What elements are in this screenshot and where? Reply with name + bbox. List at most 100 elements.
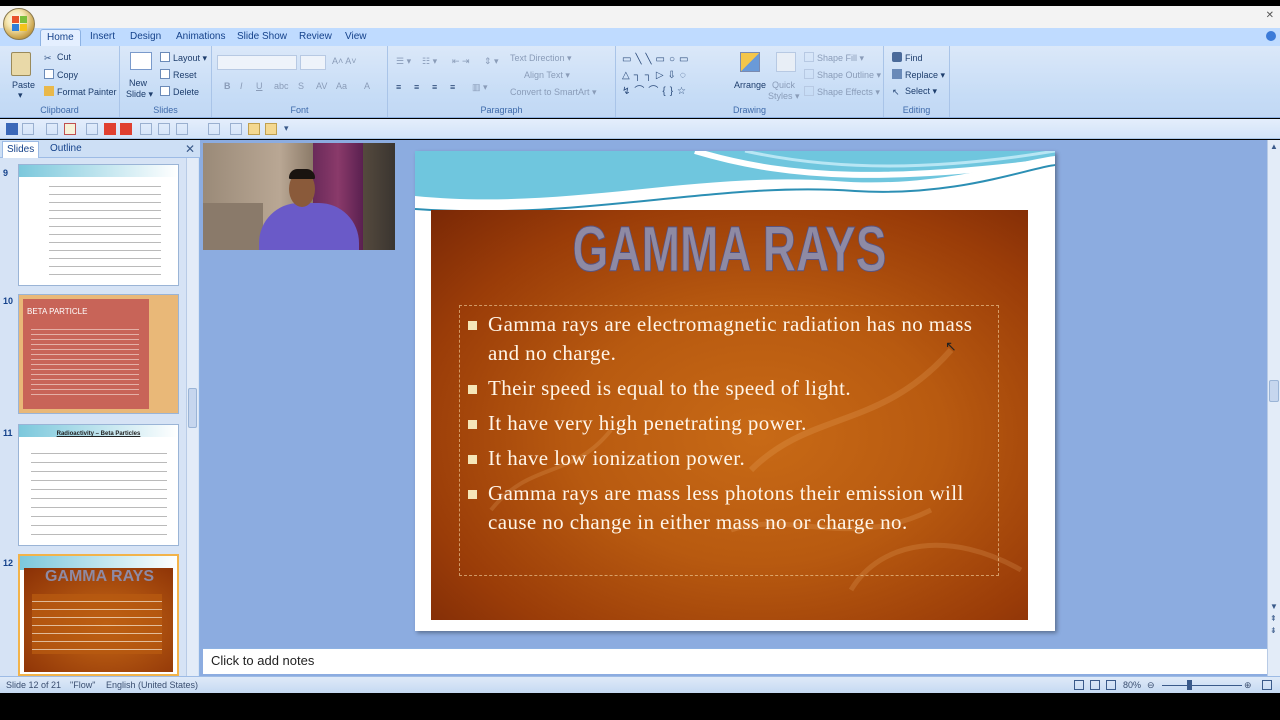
- quick-styles-button[interactable]: Quick Styles ▾: [768, 52, 802, 102]
- mouse-cursor-icon: ↖: [945, 338, 957, 354]
- scroll-up-icon[interactable]: ▲: [1270, 142, 1278, 151]
- redo-icon[interactable]: [46, 123, 58, 135]
- slide-show-view-icon[interactable]: [1106, 680, 1116, 690]
- tab-animations[interactable]: Animations: [170, 29, 231, 46]
- slide-bullet-textbox[interactable]: Gamma rays are electromagnetic radiation…: [459, 305, 999, 576]
- line-icon[interactable]: [140, 123, 152, 135]
- grow-font-icon[interactable]: A˄ A˅: [332, 56, 357, 66]
- slide-sorter-view-icon[interactable]: [1090, 680, 1100, 690]
- replace-button[interactable]: Replace ▾: [892, 69, 945, 81]
- find-button[interactable]: Find: [892, 52, 923, 63]
- indent-icon[interactable]: ⇤ ⇥: [452, 56, 470, 67]
- tab-review[interactable]: Review: [293, 29, 338, 46]
- tab-slides[interactable]: Slides: [2, 141, 40, 158]
- zoom-in-icon[interactable]: ⊕: [1244, 680, 1252, 691]
- vertical-scrollbar[interactable]: ▲ ▼ ⇞ ⇟: [1267, 140, 1280, 676]
- next-slide-icon[interactable]: ⇞: [1270, 614, 1277, 623]
- delete-x-icon[interactable]: [120, 123, 132, 135]
- shape-fill-button[interactable]: Shape Fill ▾: [804, 52, 864, 64]
- save-icon[interactable]: [6, 123, 18, 135]
- shape-effects-button[interactable]: Shape Effects ▾: [804, 86, 880, 98]
- slide-thumbnail-selected[interactable]: GAMMA RAYS: [18, 554, 179, 676]
- highlight-icon[interactable]: [158, 123, 170, 135]
- prev-slide-icon[interactable]: ▼: [1270, 602, 1278, 611]
- tab-home[interactable]: Home: [40, 29, 81, 46]
- select-button[interactable]: ↖ Select ▾: [892, 86, 937, 97]
- shape-fill-label: Shape Fill ▾: [817, 53, 865, 63]
- change-case-icon[interactable]: Aa: [336, 81, 347, 91]
- current-slide[interactable]: GAMMA RAYS Gamma rays are electromagneti…: [415, 151, 1055, 631]
- panel-close-icon[interactable]: ✕: [185, 142, 195, 156]
- square-bullet-icon: [468, 455, 477, 464]
- bold-icon[interactable]: B: [224, 81, 231, 91]
- tab-view[interactable]: View: [339, 29, 373, 46]
- shapes-gallery[interactable]: ▭╲╲▭○▭ △┐┐▷⇩◌ ↯⌒⌒{}☆: [622, 52, 726, 98]
- zoom-out-icon[interactable]: ⊖: [1147, 680, 1155, 691]
- justify-icon[interactable]: ≡: [450, 82, 455, 92]
- eraser-icon[interactable]: [176, 123, 188, 135]
- underline-icon[interactable]: U: [256, 81, 263, 91]
- language-indicator[interactable]: English (United States): [106, 680, 198, 690]
- delete-button[interactable]: Delete: [160, 86, 199, 97]
- notes-pane[interactable]: Click to add notes: [203, 648, 1267, 674]
- panel-scrollbar[interactable]: [186, 158, 198, 676]
- paste-button[interactable]: Paste ▾: [8, 52, 36, 100]
- font-name-combo[interactable]: [217, 55, 297, 70]
- undo-icon[interactable]: [22, 123, 34, 135]
- customize-qat-icon[interactable]: ▾: [284, 123, 296, 135]
- format-painter-button[interactable]: Format Painter: [44, 86, 117, 97]
- arrange-button[interactable]: Arrange: [732, 52, 768, 102]
- text-direction-button[interactable]: Text Direction ▾: [510, 53, 572, 64]
- next-slide-down-icon[interactable]: ⇟: [1270, 626, 1277, 635]
- italic-icon[interactable]: I: [240, 81, 243, 91]
- copy-button[interactable]: Copy: [44, 69, 78, 80]
- text-color-icon[interactable]: [64, 123, 76, 135]
- spacing-tool-icon[interactable]: [230, 123, 242, 135]
- tab-insert[interactable]: Insert: [84, 29, 121, 46]
- help-icon[interactable]: [1266, 31, 1276, 41]
- zoom-slider[interactable]: [1162, 685, 1242, 686]
- scroll-thumb[interactable]: [1269, 380, 1279, 402]
- shadow-icon[interactable]: S: [298, 81, 304, 91]
- line-spacing-icon[interactable]: ⇕ ▾: [484, 56, 499, 67]
- bullet-text: Gamma rays are mass less photons their e…: [488, 481, 964, 534]
- pen-icon: [804, 69, 814, 79]
- normal-view-icon[interactable]: [1074, 680, 1084, 690]
- tab-slide-show[interactable]: Slide Show: [231, 29, 293, 46]
- cut-button[interactable]: ✂ Cut: [44, 52, 71, 63]
- slide-thumbnail[interactable]: BETA PARTICLE: [18, 294, 179, 414]
- numbering-icon[interactable]: ☷ ▾: [422, 56, 437, 67]
- zoom-level[interactable]: 80%: [1123, 680, 1141, 690]
- new-slide-button[interactable]: New Slide ▾: [126, 52, 156, 102]
- columns-icon[interactable]: ▥ ▾: [472, 82, 488, 93]
- align-right-icon[interactable]: ≡: [432, 82, 437, 92]
- font-size-combo[interactable]: [300, 55, 326, 70]
- align-text-button[interactable]: Align Text ▾: [524, 70, 570, 81]
- slide-thumbnail[interactable]: Radioactivity – Beta Particles: [18, 424, 179, 546]
- align-left-icon[interactable]: ≡: [396, 82, 401, 92]
- convert-smartart-button[interactable]: Convert to SmartArt ▾: [510, 87, 597, 98]
- spacing-icon[interactable]: AV: [316, 81, 327, 91]
- tab-design[interactable]: Design: [124, 29, 167, 46]
- layout-button[interactable]: Layout ▾: [160, 52, 207, 64]
- reset-button[interactable]: Reset: [160, 69, 197, 80]
- bullets-icon[interactable]: ☰ ▾: [396, 56, 411, 67]
- align-center-icon[interactable]: ≡: [414, 82, 419, 92]
- close-x-icon[interactable]: [104, 123, 116, 135]
- tab-outline[interactable]: Outline: [46, 141, 86, 158]
- pen-tool-icon[interactable]: [86, 123, 98, 135]
- list-icon[interactable]: [208, 123, 220, 135]
- shape-outline-button[interactable]: Shape Outline ▾: [804, 69, 881, 81]
- strikethrough-icon[interactable]: abc: [274, 81, 289, 91]
- status-bar: Slide 12 of 21 "Flow" English (United St…: [0, 676, 1280, 693]
- slide-thumbnail[interactable]: [18, 164, 179, 286]
- pointer-tool-icon[interactable]: [248, 123, 260, 135]
- office-button[interactable]: [3, 8, 35, 40]
- font-color-icon[interactable]: A: [364, 81, 370, 91]
- fit-to-window-icon[interactable]: [1262, 680, 1272, 690]
- arrow-tool-icon[interactable]: [265, 123, 277, 135]
- window-close-icon[interactable]: ✕: [1266, 10, 1274, 21]
- zoom-slider-thumb[interactable]: [1187, 680, 1192, 690]
- slide-title[interactable]: GAMMA RAYS: [515, 212, 945, 286]
- panel-scroll-thumb[interactable]: [188, 388, 197, 428]
